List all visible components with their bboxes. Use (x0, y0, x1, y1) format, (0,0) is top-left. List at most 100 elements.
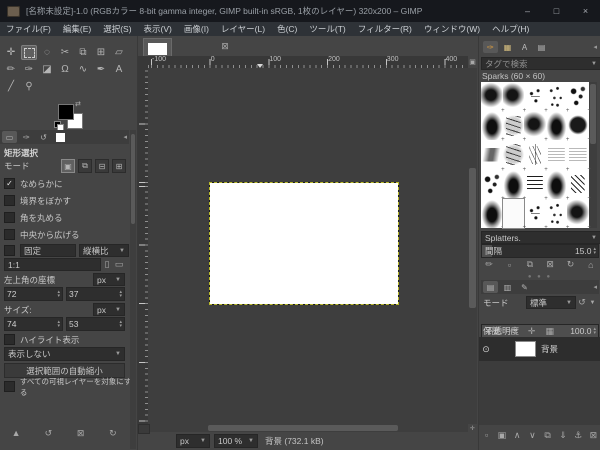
spin-arrows-icon[interactable]: ▴ ▾ (119, 290, 122, 299)
tool-unified-transform[interactable]: ⊞ (93, 45, 109, 60)
brush-item[interactable] (502, 111, 526, 144)
landscape-icon[interactable]: ▭ (113, 258, 125, 271)
dock-tab-menu-icon[interactable]: ◂ (593, 43, 597, 51)
mode-switch-group-icon[interactable]: ↺ (576, 297, 588, 308)
swap-colors-icon[interactable]: ⇄ (75, 100, 81, 108)
device-status-tab[interactable]: ✑ (19, 131, 34, 143)
brush-item[interactable] (545, 111, 569, 144)
reset-tool-options[interactable]: ↻ (105, 426, 121, 440)
merge-down[interactable]: ⇓ (556, 428, 570, 442)
lower-layer[interactable]: ∨ (525, 428, 539, 442)
size-height-spinner[interactable]: 53 ▴ ▾ (66, 317, 125, 331)
vertical-scrollbar[interactable] (468, 68, 477, 424)
tool-zoom[interactable]: ⚲ (21, 79, 37, 94)
fixed-checkbox[interactable] (4, 245, 15, 256)
ratio-input[interactable]: 1:1 (4, 258, 101, 271)
tool-eraser[interactable]: ◪ (39, 62, 55, 77)
menu-item[interactable]: レイヤー(L) (215, 22, 271, 36)
refresh-brushes[interactable]: ↻ (562, 258, 578, 271)
menu-item[interactable]: 画像(I) (178, 22, 215, 36)
option-checkbox[interactable] (4, 212, 15, 223)
brush-item[interactable] (481, 169, 504, 202)
layer-visibility-eye-icon[interactable]: ⊙ (479, 344, 493, 355)
layer-row[interactable]: ⊙ 背景 (479, 337, 600, 361)
position-y-spinner[interactable]: 37 ▴ ▾ (66, 287, 125, 301)
menu-item[interactable]: ツール(T) (303, 22, 351, 36)
brush-item[interactable] (545, 140, 569, 173)
tool-color-picker[interactable]: ╱ (3, 79, 19, 94)
layer-mode-dropdown[interactable]: 標準 ▼ (526, 296, 576, 309)
undo-history-tab[interactable]: ↺ (36, 131, 51, 143)
zoom-dropdown[interactable]: 100 % ▼ (214, 434, 258, 448)
brush-item[interactable] (545, 169, 569, 202)
brush-item[interactable] (524, 169, 547, 202)
document-history-tab[interactable]: ▤ (534, 41, 549, 53)
new-brush[interactable]: ▫ (501, 258, 517, 271)
edit-brush[interactable]: ✏ (481, 258, 497, 271)
tag-filter-input[interactable]: タグで検索 ▼ (481, 57, 600, 70)
option-checkbox[interactable] (4, 229, 15, 240)
brushes-tab[interactable]: ✑ (483, 41, 498, 53)
menu-item[interactable]: 表示(V) (138, 22, 178, 36)
duplicate-brush[interactable]: ⧉ (522, 258, 538, 271)
menu-item[interactable]: 色(C) (271, 22, 303, 36)
titlebar[interactable]: [名称未設定]-1.0 (RGBカラー 8-bit gamma integer,… (0, 0, 600, 22)
portrait-icon[interactable]: ▯ (101, 258, 113, 271)
navigation-button[interactable]: ✛ (468, 424, 477, 432)
unit-dropdown[interactable]: px ▼ (176, 434, 210, 448)
tool-handle-transform[interactable]: ▱ (111, 45, 127, 60)
size-unit-dropdown[interactable]: px ▼ (93, 303, 125, 316)
duplicate-layer[interactable]: ⧉ (541, 428, 555, 442)
mode-intersect[interactable]: ⊞ (112, 159, 126, 173)
delete-layer[interactable]: ⊠ (586, 428, 600, 442)
lock-position-icon[interactable]: ✛ (528, 326, 536, 337)
tool-crop[interactable]: ⧉ (75, 45, 91, 60)
fixed-label[interactable]: 固定 (20, 244, 76, 257)
layers-tab[interactable]: ▤ (483, 281, 498, 293)
brush-item[interactable] (481, 198, 504, 231)
brush-item[interactable] (481, 82, 504, 114)
tool-options-tab[interactable]: ▭ (2, 131, 17, 143)
position-x-spinner[interactable]: 72 ▴ ▾ (4, 287, 63, 301)
save-tool-preset[interactable]: ▲ (8, 426, 24, 440)
anchor-layer[interactable]: ⚓ (571, 428, 585, 442)
tool-rectangle-select[interactable] (21, 45, 37, 60)
colors-tab[interactable] (53, 131, 68, 143)
brush-item[interactable] (567, 169, 591, 202)
brush-item[interactable] (524, 140, 547, 173)
chevron-down-icon[interactable]: ▼ (588, 300, 597, 306)
brush-grid[interactable] (481, 82, 591, 231)
spin-arrows-icon[interactable]: ▴ ▾ (593, 327, 596, 336)
highlight-checkbox[interactable] (4, 334, 15, 345)
tool-text[interactable]: A (111, 62, 127, 77)
menu-item[interactable]: フィルター(R) (352, 22, 418, 36)
brush-item[interactable] (545, 198, 569, 231)
brush-item[interactable] (481, 111, 504, 144)
sample-merged-checkbox[interactable] (4, 381, 15, 392)
tool-ink[interactable]: ✒ (93, 62, 109, 77)
spin-arrows-icon[interactable]: ▴ ▾ (57, 320, 60, 329)
brush-item[interactable] (502, 140, 526, 173)
spin-arrows-icon[interactable]: ▴ ▾ (57, 290, 60, 299)
menu-item[interactable]: ウィンドウ(W) (418, 22, 486, 36)
brush-item[interactable] (545, 82, 569, 114)
brush-item[interactable] (567, 111, 591, 144)
brush-item[interactable] (502, 169, 526, 202)
mode-replace[interactable]: ▣ (61, 159, 75, 173)
brush-item[interactable] (524, 111, 547, 144)
dock-tab-menu-icon[interactable]: ◂ (123, 133, 127, 141)
menu-item[interactable]: 選択(S) (97, 22, 137, 36)
menu-item[interactable]: ファイル(F) (0, 22, 57, 36)
brush-scrollbar[interactable] (589, 82, 597, 228)
spacing-slider[interactable]: 間隔 15.0 ▴ ▾ (481, 244, 599, 258)
minimize-button[interactable]: – (513, 0, 542, 22)
size-width-spinner[interactable]: 74 ▴ ▾ (4, 317, 63, 331)
position-unit-dropdown[interactable]: px ▼ (93, 273, 125, 286)
tool-smudge[interactable]: ∿ (75, 62, 91, 77)
raise-layer[interactable]: ∧ (510, 428, 524, 442)
tool-free-select[interactable]: ◌ (39, 45, 55, 60)
canvas-image[interactable] (209, 182, 399, 305)
new-layer[interactable]: ▫ (480, 428, 494, 442)
option-checkbox[interactable]: ✓ (4, 178, 15, 189)
menu-item[interactable]: 編集(E) (57, 22, 97, 36)
